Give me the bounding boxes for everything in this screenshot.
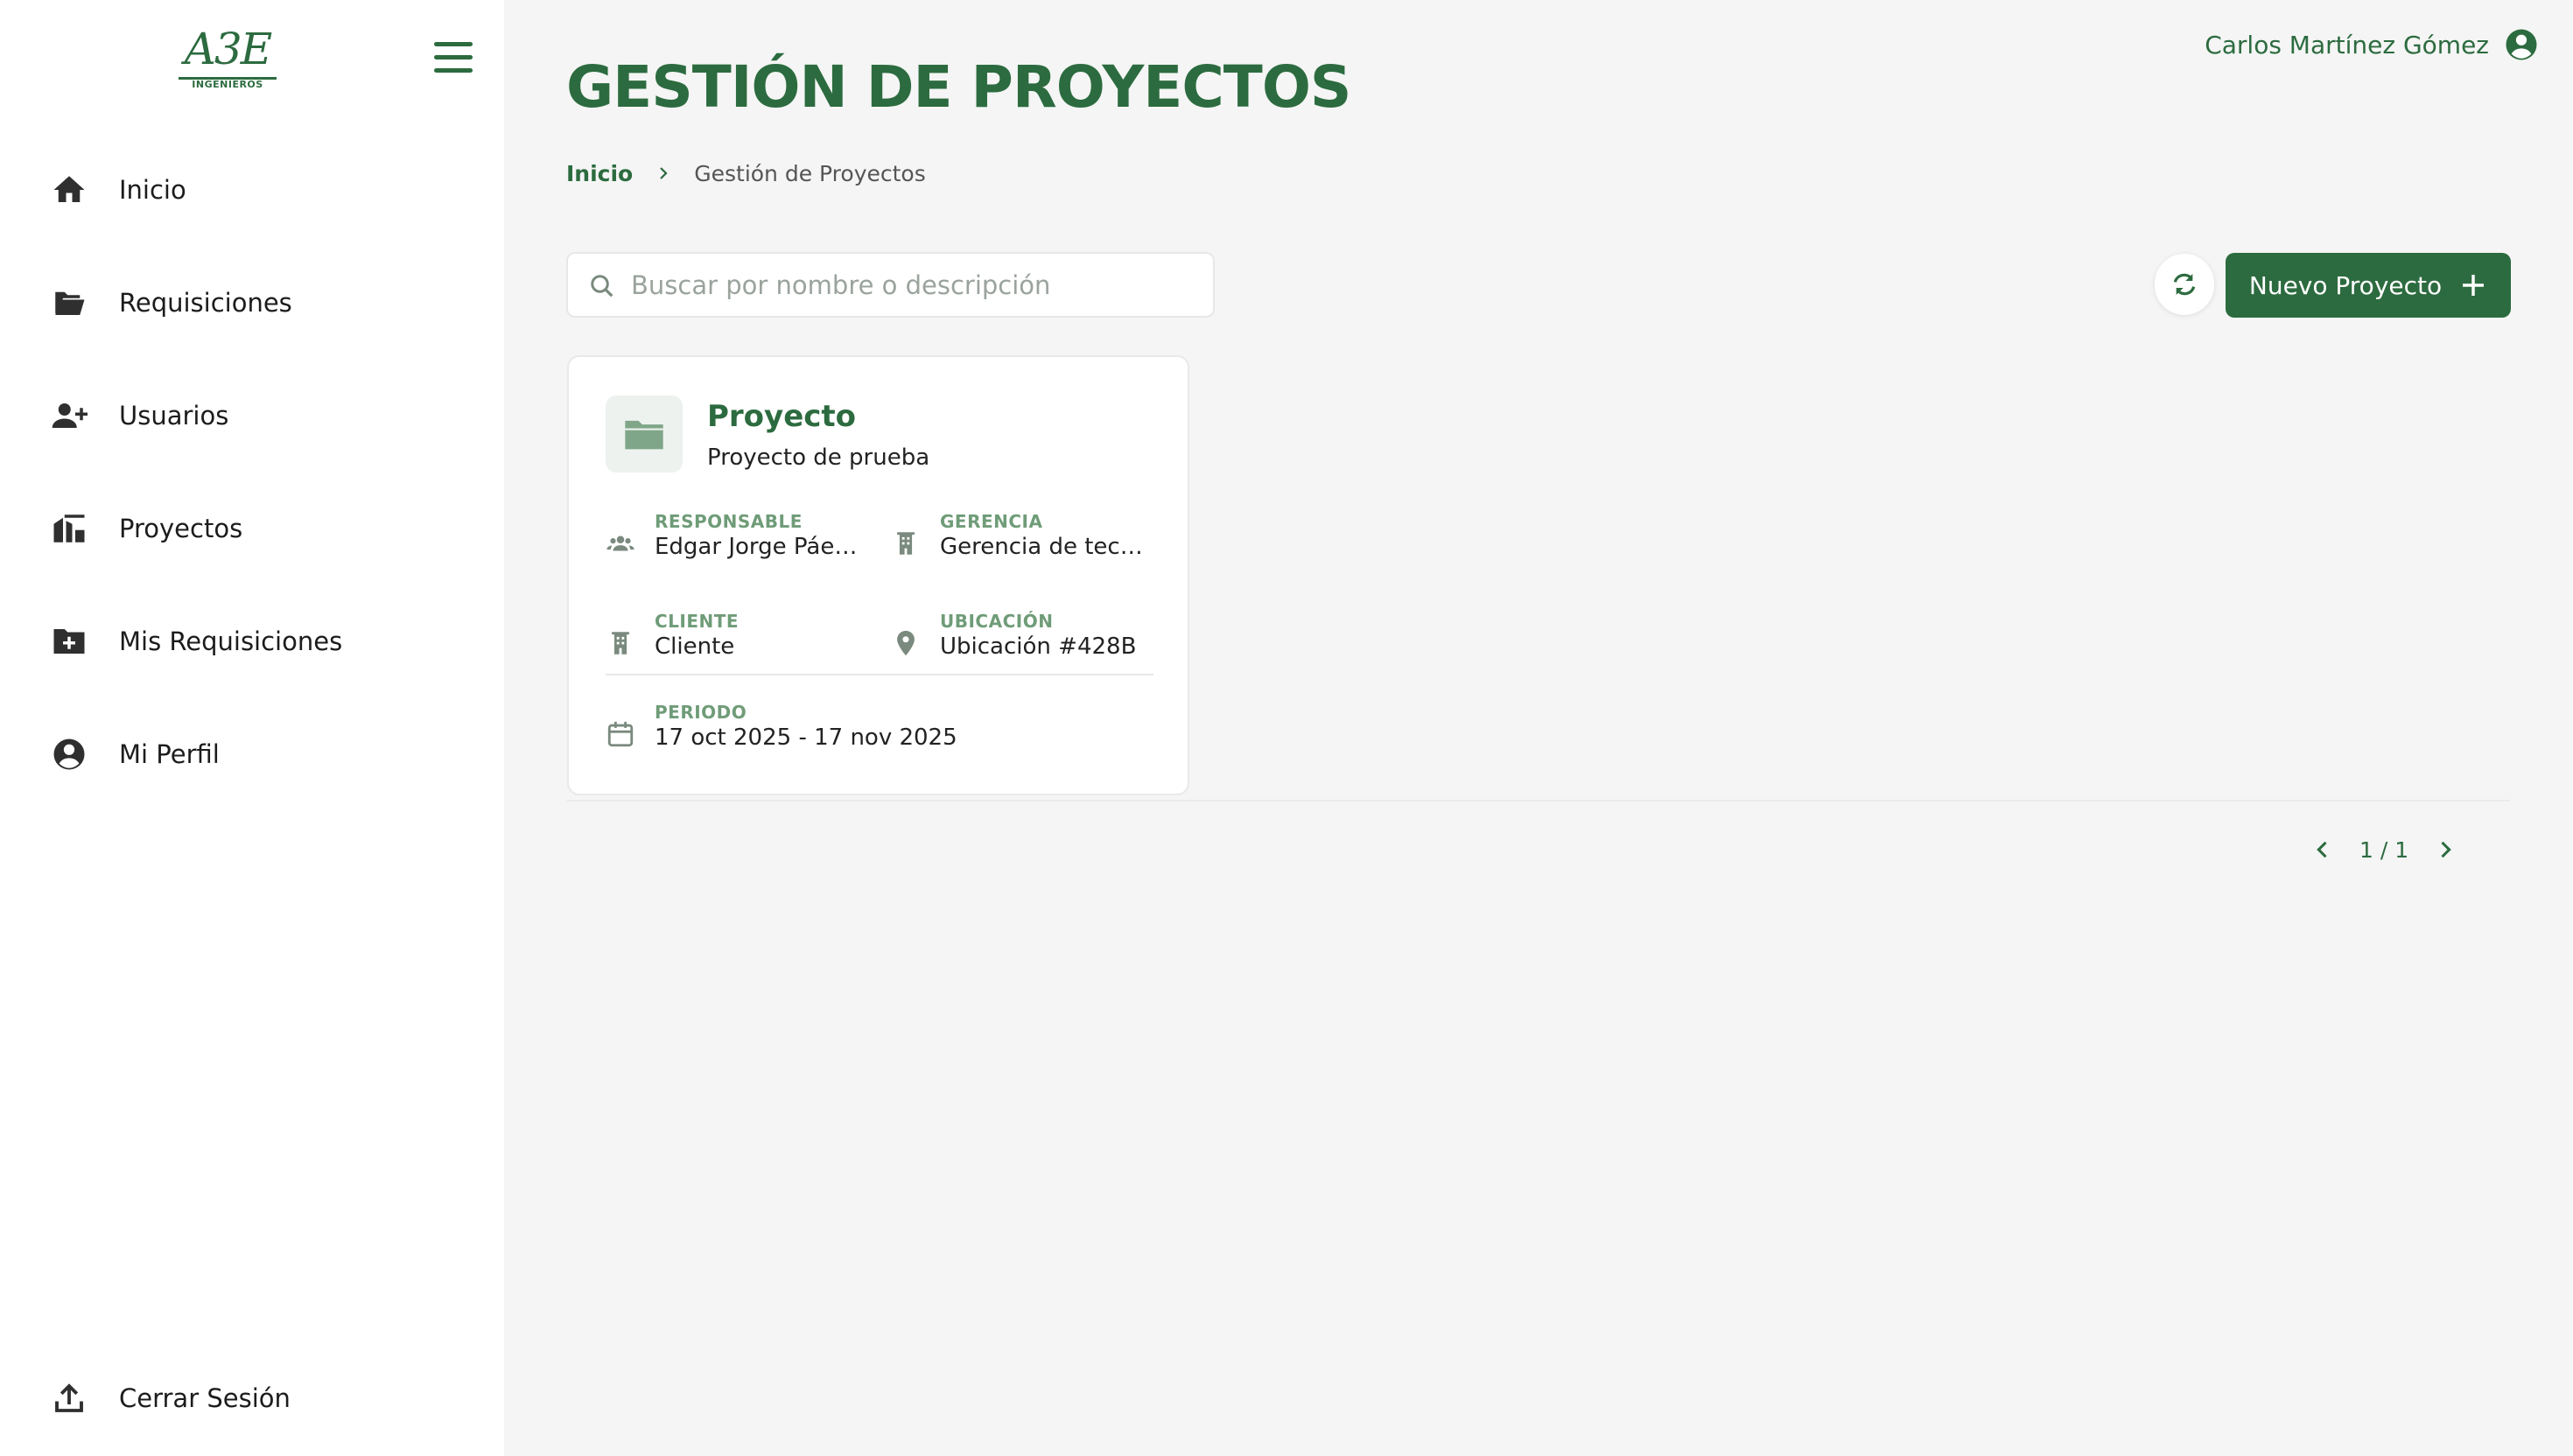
project-description: Proyecto de prueba (707, 444, 930, 471)
folder-open-icon (55, 291, 85, 315)
sidebar-item-mi-perfil[interactable]: Mi Perfil (0, 715, 504, 794)
sidebar-item-usuarios[interactable]: Usuarios (0, 376, 504, 455)
sidebar-item-requisiciones[interactable]: Requisiciones (0, 263, 504, 342)
project-card[interactable]: Proyecto Proyecto de prueba RESPONSABLE … (567, 355, 1189, 795)
field-value: 17 oct 2025 - 17 nov 2025 (655, 724, 957, 751)
field-value: Edgar Jorge Páez ... (655, 534, 865, 560)
sidebar-item-label: Requisiciones (119, 288, 292, 318)
location-pin-icon (897, 630, 915, 656)
new-project-button[interactable]: Nuevo Proyecto (2226, 253, 2511, 318)
project-title[interactable]: Proyecto (707, 399, 856, 434)
field-value: Gerencia de tecnol... (940, 534, 1150, 560)
field-label: GERENCIA (940, 511, 1043, 532)
refresh-icon (2173, 273, 2196, 296)
field-periodo: PERIODO 17 oct 2025 - 17 nov 2025 (606, 702, 1096, 763)
chevron-left-icon[interactable] (2310, 837, 2335, 862)
sidebar-item-label: Inicio (119, 175, 186, 205)
new-project-label: Nuevo Proyecto (2248, 270, 2443, 300)
plus-icon (2463, 275, 2485, 296)
logo-mark: A3E (184, 24, 272, 74)
file-plus-icon (53, 629, 85, 654)
field-label: UBICACIÓN (940, 611, 1054, 632)
page-indicator: 1 / 1 (2359, 836, 2409, 863)
sidebar-item-label: Mis Requisiciones (119, 626, 343, 656)
field-value: Cliente (655, 634, 735, 660)
menu-toggle-button[interactable] (432, 38, 476, 77)
hamburger-icon-bar (434, 55, 473, 60)
chevron-right-icon[interactable] (2433, 837, 2457, 862)
card-divider (606, 674, 1153, 676)
user-name: Carlos Martínez Gómez (2205, 30, 2489, 60)
logout-label: Cerrar Sesión (119, 1383, 291, 1413)
pagination: 1 / 1 (2310, 830, 2457, 870)
hamburger-icon-bar (434, 42, 473, 46)
search-icon (591, 275, 613, 298)
user-circle-icon (2506, 29, 2537, 60)
field-ubicacion: UBICACIÓN Ubicación #428B (891, 611, 1153, 672)
field-responsable: RESPONSABLE Edgar Jorge Páez ... (606, 511, 868, 572)
list-divider (567, 800, 2510, 802)
hamburger-icon-bar (434, 68, 473, 73)
user-menu[interactable]: Carlos Martínez Gómez (2205, 24, 2540, 65)
breadcrumb-home-link[interactable]: Inicio (566, 161, 633, 186)
search-input[interactable] (631, 261, 1200, 310)
building-icon (612, 632, 629, 654)
sidebar-item-mis-requisiciones[interactable]: Mis Requisiciones (0, 602, 504, 681)
company-logo[interactable]: A3E INGENIEROS (175, 24, 280, 90)
refresh-button[interactable] (2155, 254, 2214, 315)
folder-icon (625, 420, 663, 450)
sidebar-item-inicio[interactable]: Inicio (0, 150, 504, 229)
chevron-right-icon (660, 167, 668, 179)
sidebar-item-label: Mi Perfil (119, 739, 220, 769)
sidebar-item-label: Usuarios (119, 401, 229, 430)
group-icon (606, 536, 634, 551)
sidebar-item-proyectos[interactable]: Proyectos (0, 489, 504, 568)
building-icon (897, 532, 915, 555)
construction-icon (53, 514, 85, 542)
calendar-icon (607, 721, 634, 747)
field-label: CLIENTE (655, 611, 740, 632)
user-add-icon (52, 403, 88, 428)
search-box (566, 252, 1215, 318)
field-cliente: CLIENTE Cliente (606, 611, 868, 672)
field-label: RESPONSABLE (655, 511, 803, 532)
field-gerencia: GERENCIA Gerencia de tecnol... (891, 511, 1153, 572)
field-label: PERIODO (655, 702, 747, 723)
field-value: Ubicación #428B (940, 634, 1137, 660)
breadcrumb-current: Gestión de Proyectos (694, 160, 926, 186)
page-title: GESTIÓN DE PROYECTOS (566, 53, 1351, 121)
home-icon (53, 176, 85, 202)
sidebar-item-label: Proyectos (119, 514, 243, 543)
logout-button[interactable]: Cerrar Sesión (0, 1359, 504, 1438)
breadcrumb: Inicio Gestión de Proyectos (566, 158, 926, 189)
logo-subtitle: INGENIEROS (192, 79, 263, 90)
upload-icon (55, 1383, 83, 1412)
project-icon-box (606, 396, 683, 472)
user-circle-icon (53, 738, 85, 770)
sidebar: A3E INGENIEROS Inicio Requisiciones Usua… (0, 0, 504, 1456)
